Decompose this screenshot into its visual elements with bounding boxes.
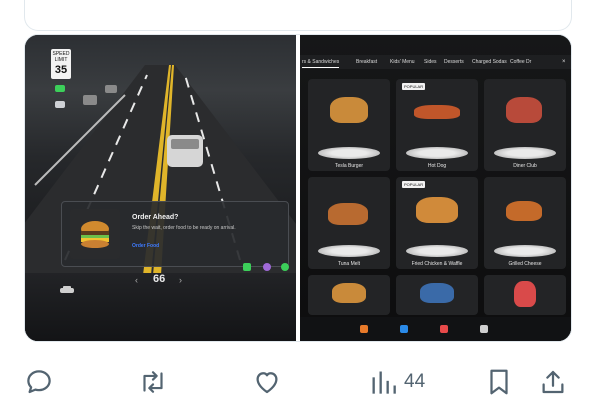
car-icon[interactable]	[59, 285, 75, 295]
app-icon[interactable]	[480, 325, 488, 333]
phone-icon[interactable]	[243, 263, 251, 271]
burger-image	[330, 97, 368, 123]
popular-badge: POPULAR	[402, 181, 426, 188]
menu-item-tesla-burger[interactable]: Tesla Burger	[308, 79, 390, 171]
tab-kids-menu[interactable]: Kids' Menu	[390, 59, 415, 65]
tab-sandwiches[interactable]: rs & Sandwiches	[302, 59, 340, 68]
menu-item-grilled-cheese[interactable]: Grilled Cheese	[484, 177, 566, 269]
salad-bowl-image	[420, 283, 454, 303]
close-icon[interactable]: ×	[562, 59, 566, 65]
menu-tabs: rs & Sandwiches Breakfast Kids' Menu Sid…	[300, 55, 571, 69]
like-button[interactable]	[252, 360, 282, 404]
chicken-waffle-image	[416, 197, 458, 223]
app-icon[interactable]	[263, 263, 271, 271]
retweet-icon	[143, 371, 163, 393]
music-icon[interactable]	[281, 263, 289, 271]
popular-badge: POPULAR	[402, 83, 426, 90]
speed-limit-sign: SPEED LIMIT 35	[51, 49, 71, 79]
reply-icon	[27, 370, 51, 394]
menu-item-diner-club[interactable]: Diner Club	[484, 79, 566, 171]
tab-charged-sodas[interactable]: Charged Sodas	[472, 59, 507, 65]
burger-thumbnail	[70, 209, 120, 259]
reply-button[interactable]	[24, 360, 54, 404]
previous-card-bottom	[24, 0, 572, 31]
menu-item-row3-2[interactable]	[396, 275, 478, 315]
menu-item-hot-dog[interactable]: POPULAR Hot Dog	[396, 79, 478, 171]
menu-screen-photo[interactable]: rs & Sandwiches Breakfast Kids' Menu Sid…	[300, 35, 571, 341]
chevron-right-icon[interactable]: ›	[179, 275, 182, 285]
tuna-melt-image	[328, 203, 368, 225]
app-icon[interactable]	[360, 325, 368, 333]
app-icon[interactable]	[440, 325, 448, 333]
bookmark-icon	[490, 369, 508, 395]
tab-sides[interactable]: Sides	[424, 59, 437, 65]
app-icon[interactable]	[400, 325, 408, 333]
tab-desserts[interactable]: Desserts	[444, 59, 464, 65]
beam-indicator-icon	[55, 101, 65, 108]
menu-item-row3-1[interactable]	[308, 275, 390, 315]
club-sandwich-image	[506, 97, 542, 123]
tweet-actions: 44	[0, 360, 600, 404]
popcorn-image	[514, 281, 536, 307]
order-card-text: Skip the wait, order food to be ready on…	[132, 225, 236, 231]
like-icon	[256, 372, 278, 394]
chevron-left-icon[interactable]: ‹	[135, 275, 138, 285]
grilled-cheese-image	[506, 201, 542, 221]
order-ahead-card[interactable]: Order Ahead? Skip the wait, order food t…	[61, 201, 289, 267]
burger-image	[332, 283, 366, 303]
retweet-button[interactable]	[136, 360, 170, 404]
bookmark-button[interactable]	[486, 360, 512, 404]
views-button[interactable]: 44	[370, 360, 425, 404]
share-button[interactable]	[538, 360, 568, 404]
tab-coffee-drinks[interactable]: Coffee Dr	[510, 59, 531, 65]
share-icon	[542, 370, 564, 394]
tab-breakfast[interactable]: Breakfast	[356, 59, 377, 65]
tweet-media[interactable]: SPEED LIMIT 35 Order Ahead? Skip the wai…	[24, 34, 572, 342]
menu-item-chicken-waffle[interactable]: POPULAR Fried Chicken & Waffle	[396, 177, 478, 269]
burger-icon	[81, 221, 109, 248]
headlight-indicator-icon	[55, 85, 65, 92]
views-icon	[372, 371, 396, 394]
order-food-link[interactable]: Order Food	[132, 243, 159, 249]
views-count: 44	[404, 371, 426, 392]
menu-item-row3-3[interactable]	[484, 275, 566, 315]
driving-screen-photo[interactable]: SPEED LIMIT 35 Order Ahead? Skip the wai…	[25, 35, 296, 341]
hot-dog-image	[414, 105, 460, 119]
menu-item-tuna-melt[interactable]: Tuna Melt	[308, 177, 390, 269]
order-card-title: Order Ahead?	[132, 214, 179, 221]
speed-readout: 66	[153, 273, 166, 285]
vehicle-dock	[300, 317, 571, 341]
